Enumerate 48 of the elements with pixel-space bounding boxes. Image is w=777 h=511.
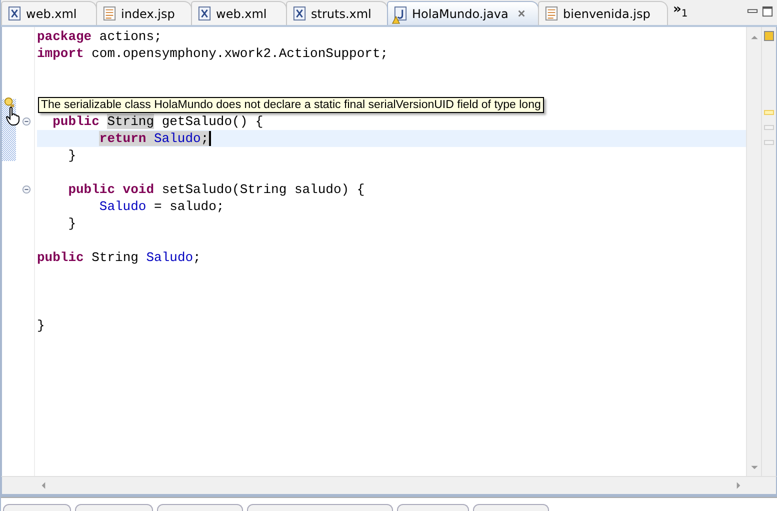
editor-tab[interactable]: web.xml	[191, 1, 287, 25]
document-icon	[103, 6, 116, 21]
scroll-up-icon[interactable]	[750, 35, 758, 40]
editor-tab[interactable]: HolaMundo.java	[387, 1, 539, 25]
code-line: }	[68, 215, 76, 232]
scroll-right-icon[interactable]	[736, 482, 741, 489]
editor-tab[interactable]: index.jsp	[96, 1, 192, 25]
view-tab[interactable]	[75, 504, 153, 511]
close-icon[interactable]	[517, 9, 526, 18]
xml-file-icon	[293, 6, 306, 21]
xml-file-icon	[198, 6, 211, 21]
document-icon	[545, 6, 558, 21]
view-tab[interactable]	[3, 504, 71, 511]
code-text: public	[52, 114, 100, 129]
code-line: import com.opensymphony.xwork2.ActionSupport;	[37, 45, 388, 62]
highlighted-text: String	[107, 114, 154, 129]
highlighted-text: Saludo	[154, 131, 201, 146]
code-line: }	[37, 317, 45, 334]
code-line: package actions;	[37, 28, 162, 45]
warning-tooltip: The serializable class HolaMundo does not declare a static final serialVersionUID field of type long	[38, 97, 544, 113]
occurrence-marker[interactable]	[764, 125, 774, 130]
xml-file-icon	[8, 6, 21, 21]
maximize-icon[interactable]	[762, 6, 773, 17]
code-line: public String Saludo;	[37, 249, 201, 266]
vertical-scrollbar[interactable]	[746, 27, 761, 476]
code-line: Saludo = saludo;	[99, 198, 224, 215]
highlighted-text: return	[99, 131, 154, 146]
occurrence-marker[interactable]	[764, 140, 774, 145]
code-line: public void setSaludo(String saludo) {	[68, 181, 365, 198]
code-text: getSaludo() {	[160, 114, 264, 129]
java-file-icon	[394, 6, 407, 21]
view-tab[interactable]	[247, 504, 393, 511]
hand-cursor-icon	[5, 106, 21, 126]
collapse-icon[interactable]	[22, 117, 30, 126]
editor-tab[interactable]: struts.xml	[286, 1, 388, 25]
view-tab[interactable]	[397, 504, 469, 511]
collapse-icon[interactable]	[22, 185, 30, 194]
view-tab[interactable]	[473, 504, 549, 511]
scroll-down-icon[interactable]	[750, 465, 758, 470]
more-tabs-button[interactable]: »$_{1}$	[667, 2, 694, 24]
scroll-left-icon[interactable]	[41, 482, 46, 489]
warning-marker[interactable]	[764, 110, 774, 115]
view-tab[interactable]	[157, 504, 243, 511]
warning-summary-icon	[764, 31, 774, 41]
editor-tab[interactable]: bienvenida.jsp	[538, 1, 668, 25]
editor-tab[interactable]: web.xml	[1, 1, 97, 25]
lightbulb-icon[interactable]	[4, 97, 15, 108]
code-line: }	[68, 147, 76, 164]
